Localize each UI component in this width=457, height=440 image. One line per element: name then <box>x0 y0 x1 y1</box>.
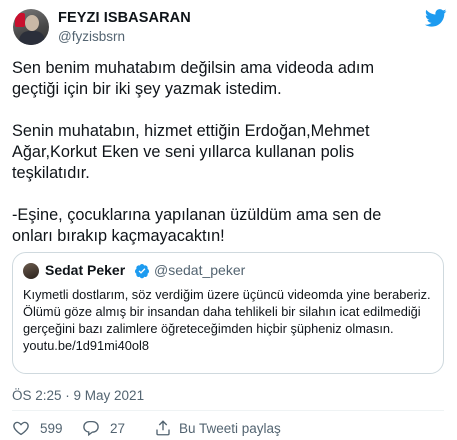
quoted-author-name: Sedat Peker <box>45 262 126 278</box>
like-count: 599 <box>40 420 63 436</box>
tweet-paragraph: Senin muhatabın, hizmet ettiğin Erdoğan,… <box>12 122 370 182</box>
heart-icon <box>13 421 29 436</box>
like-button[interactable]: 599 <box>12 419 82 437</box>
author-avatar[interactable] <box>13 9 49 45</box>
tweet-paragraph: Sen benim muhatabım değilsin ama videoda… <box>12 59 375 98</box>
reply-count: 27 <box>110 420 126 436</box>
twitter-bird-icon[interactable] <box>425 9 447 27</box>
tweet-timestamp[interactable]: ÖS 2:25 · 9 May 2021 <box>12 388 144 403</box>
action-bar: 599 27 Bu Tweeti paylaş <box>12 418 281 438</box>
quoted-tweet[interactable]: Sedat Peker @sedat_peker Kıymetli dostla… <box>12 252 444 374</box>
flag-graphic <box>15 13 25 27</box>
share-button[interactable]: Bu Tweeti paylaş <box>154 419 281 437</box>
divider <box>12 410 444 411</box>
tweet-body: Sen benim muhatabım değilsin ama videoda… <box>12 58 444 247</box>
quoted-tweet-text: Kıymetli dostlarım, söz verdiğim üzere ü… <box>23 287 431 353</box>
author-name[interactable]: FEYZI ISBASARAN <box>58 10 191 26</box>
verified-badge-icon <box>135 264 149 279</box>
share-icon <box>156 420 170 436</box>
reply-bubble-icon <box>83 420 99 437</box>
tweet-card: FEYZI ISBASARAN @fyzisbsrn Sen benim muh… <box>0 0 457 440</box>
tweet-paragraph: -Eşine, çocuklarına yapılanan üzüldüm am… <box>12 206 382 245</box>
reply-button[interactable]: 27 <box>82 419 154 437</box>
quoted-author-handle: @sedat_peker <box>154 262 246 278</box>
share-label: Bu Tweeti paylaş <box>179 420 281 436</box>
quoted-author-avatar <box>23 263 39 279</box>
author-handle[interactable]: @fyzisbsrn <box>58 29 125 44</box>
